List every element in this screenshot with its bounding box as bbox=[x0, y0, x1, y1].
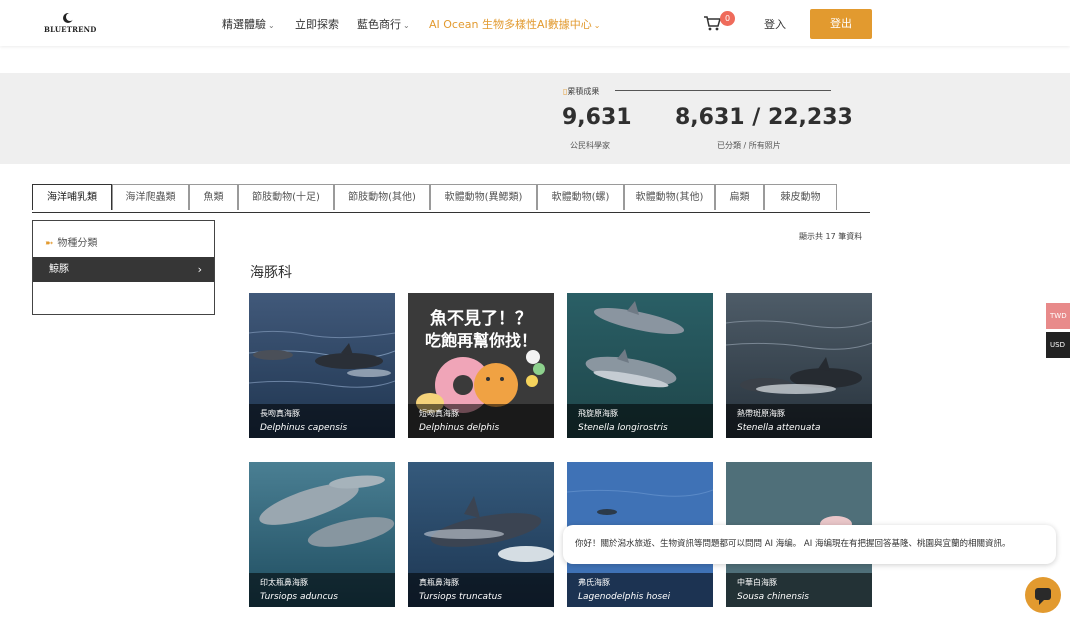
nav-label: 立即探索 bbox=[295, 18, 339, 31]
card-scientific-name: Stenella longirostris bbox=[578, 423, 668, 433]
chevron-down-icon: ⌄ bbox=[403, 21, 410, 30]
category-tabs: 海洋哺乳類 海洋爬蟲類 魚類 節肢動物(十足) 節肢動物(其他) 軟體動物(異鰓… bbox=[32, 184, 870, 213]
nav-label: 精選體驗 bbox=[222, 18, 266, 31]
card-common-name: 中華白海豚 bbox=[737, 578, 777, 587]
species-sidebar: ➼ 物種分類 鯨豚 › bbox=[32, 220, 215, 315]
species-card[interactable]: 飛旋原海豚 Stenella longirostris bbox=[567, 293, 713, 438]
card-common-name: 長吻真海豚 bbox=[260, 409, 300, 418]
card-scientific-name: Tursiops aduncus bbox=[260, 592, 338, 602]
species-card[interactable]: 魚不見了！？ 吃飽再幫你找！ 短吻真海豚 Delphinus delphis bbox=[408, 293, 554, 438]
poster-line-1: 魚不見了！？ bbox=[430, 308, 532, 329]
nav-item-shop[interactable]: 藍色商行 ⌄ bbox=[357, 16, 410, 32]
card-scientific-name: Delphinus capensis bbox=[260, 423, 348, 433]
bluetrend-logo[interactable]: BLUETREND bbox=[44, 12, 97, 36]
logo-mark-icon bbox=[63, 13, 74, 23]
species-card[interactable]: 真瓶鼻海豚 Tursiops truncatus bbox=[408, 462, 554, 607]
photos-label: 已分類 / 所有照片 bbox=[717, 141, 781, 150]
chevron-down-icon: ⌄ bbox=[593, 21, 601, 30]
sidebar-item-cetaceans[interactable]: 鯨豚 › bbox=[33, 257, 214, 282]
sidebar-heading: ➼ 物種分類 bbox=[45, 234, 97, 249]
chat-icon bbox=[1035, 588, 1051, 605]
nav-label: 藍色商行 bbox=[357, 18, 401, 31]
card-scientific-name: Tursiops truncatus bbox=[419, 592, 502, 602]
stats-title: ▯累積成果 bbox=[563, 86, 599, 97]
stats-title-text: 累積成果 bbox=[567, 87, 600, 96]
nav-item-ai-ocean[interactable]: AI Ocean 生物多樣性AI數據中心 ⌄ bbox=[429, 16, 600, 32]
card-common-name: 真瓶鼻海豚 bbox=[419, 578, 459, 587]
tab-snails[interactable]: 軟體動物(螺) bbox=[537, 184, 624, 210]
chevron-right-icon: › bbox=[197, 263, 202, 276]
tab-decapods[interactable]: 節肢動物(十足) bbox=[238, 184, 334, 210]
citizens-label: 公民科學家 bbox=[570, 141, 610, 150]
nav-item-explore[interactable]: 立即探索 bbox=[295, 16, 339, 32]
tab-heterobranchs[interactable]: 軟體動物(異鰓類) bbox=[430, 184, 537, 210]
currency-usd-button[interactable]: USD bbox=[1046, 332, 1070, 358]
tab-marine-mammals[interactable]: 海洋哺乳類 bbox=[32, 184, 112, 210]
logo-text: BLUETREND bbox=[44, 25, 97, 34]
login-link[interactable]: 登入 bbox=[764, 16, 786, 32]
tab-echinoderms[interactable]: 棘皮動物 bbox=[764, 184, 837, 210]
tab-other-mollusks[interactable]: 軟體動物(其他) bbox=[624, 184, 715, 210]
species-card[interactable]: 長吻真海豚 Delphinus capensis bbox=[249, 293, 395, 438]
card-common-name: 弗氏海豚 bbox=[578, 578, 610, 587]
stats-band bbox=[0, 73, 1070, 164]
family-title: 海豚科 bbox=[250, 265, 292, 281]
tab-fish[interactable]: 魚類 bbox=[189, 184, 238, 210]
tab-flatworms[interactable]: 扁類 bbox=[715, 184, 764, 210]
card-scientific-name: Delphinus delphis bbox=[419, 423, 500, 433]
site-header: BLUETREND 精選體驗 ⌄ 立即探索 藍色商行 ⌄ AI Ocean 生物多樣… bbox=[0, 0, 1070, 46]
stats-divider bbox=[615, 90, 831, 91]
logout-button[interactable]: 登出 bbox=[810, 9, 872, 39]
card-scientific-name: Stenella attenuata bbox=[737, 423, 821, 433]
chat-launcher-button[interactable] bbox=[1025, 577, 1061, 613]
results-count: 顯示共 17 筆資料 bbox=[799, 232, 863, 241]
species-card[interactable]: 熱帶斑原海豚 Stenella attenuata bbox=[726, 293, 872, 438]
chat-greeting-bubble[interactable]: 你好！關於潟水旅遊、生物資訊等問題都可以問問 AI 海编。 AI 海编現在有把握… bbox=[563, 525, 1056, 564]
card-common-name: 飛旋原海豚 bbox=[578, 409, 618, 418]
tab-other-arthropods[interactable]: 節肢動物(其他) bbox=[334, 184, 430, 210]
fish-icon: ➼ bbox=[45, 238, 54, 249]
sidebar-item-label: 鯨豚 bbox=[49, 264, 69, 275]
cart-count-badge: 0 bbox=[720, 11, 735, 26]
card-common-name: 短吻真海豚 bbox=[419, 409, 459, 418]
card-scientific-name: Lagenodelphis hosei bbox=[578, 592, 671, 602]
card-scientific-name: Sousa chinensis bbox=[737, 592, 809, 602]
sidebar-heading-text: 物種分類 bbox=[57, 238, 98, 249]
nav-label: AI Ocean 生物多樣性AI數據中心 bbox=[429, 18, 592, 31]
citizens-count: 9,631 bbox=[562, 105, 632, 130]
poster-line-2: 吃飽再幫你找！ bbox=[425, 331, 537, 350]
species-card[interactable]: 印太瓶鼻海豚 Tursiops aduncus bbox=[249, 462, 395, 607]
photos-count: 8,631 / 22,233 bbox=[675, 105, 853, 130]
card-common-name: 印太瓶鼻海豚 bbox=[260, 578, 308, 587]
currency-twd-button[interactable]: TWD bbox=[1046, 303, 1070, 329]
nav-item-experiences[interactable]: 精選體驗 ⌄ bbox=[222, 16, 275, 32]
chevron-down-icon: ⌄ bbox=[268, 21, 275, 30]
card-common-name: 熱帶斑原海豚 bbox=[737, 409, 785, 418]
tab-marine-reptiles[interactable]: 海洋爬蟲類 bbox=[112, 184, 189, 210]
cart-icon[interactable] bbox=[703, 15, 721, 31]
